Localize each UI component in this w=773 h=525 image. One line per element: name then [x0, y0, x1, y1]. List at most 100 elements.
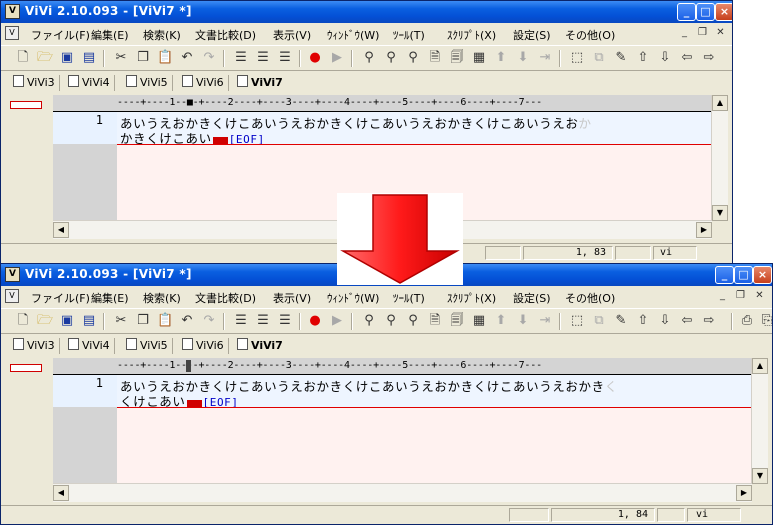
- align-right-icon[interactable]: ☰: [277, 50, 293, 66]
- maximize-button[interactable]: □: [696, 3, 715, 21]
- menu-file[interactable]: ファイル(F): [31, 290, 90, 306]
- menu-view[interactable]: 表示(V): [273, 27, 311, 43]
- scroll-up-button[interactable]: ▲: [752, 358, 768, 374]
- menu-window[interactable]: ｳｨﾝﾄﾞｳ(W): [327, 290, 379, 306]
- tab-vivi3[interactable]: ViVi3: [13, 75, 60, 91]
- hex-icon[interactable]: ▦: [471, 50, 487, 66]
- menu-edit[interactable]: 編集(E): [91, 290, 129, 306]
- find-prev-icon[interactable]: ⚲: [405, 50, 421, 66]
- menu-settings[interactable]: 設定(S): [513, 290, 551, 306]
- undo-icon[interactable]: ↶: [179, 313, 195, 329]
- tab-vivi4[interactable]: ViVi4: [68, 338, 115, 354]
- up-arrow-icon[interactable]: ⬆: [493, 313, 509, 329]
- grep-icon[interactable]: 🗎: [427, 313, 443, 329]
- tab-vivi7[interactable]: ViVi7: [237, 338, 287, 354]
- tab-vivi6[interactable]: ViVi6: [182, 338, 229, 354]
- arrow-down-icon[interactable]: ⇩: [657, 313, 673, 329]
- undo-icon[interactable]: ↶: [179, 50, 195, 66]
- play-macro-icon[interactable]: ▶: [329, 313, 345, 329]
- find-next-icon[interactable]: ⚲: [383, 50, 399, 66]
- grep-icon[interactable]: 🗎: [427, 50, 443, 66]
- copy-icon[interactable]: ❐: [135, 50, 151, 66]
- arrow-up-icon[interactable]: ⇧: [635, 50, 651, 66]
- align-left-icon[interactable]: ☰: [233, 313, 249, 329]
- outline-pane[interactable]: [5, 95, 54, 239]
- maximize-button[interactable]: □: [734, 266, 753, 284]
- menu-edit[interactable]: 編集(E): [91, 27, 129, 43]
- title-bar[interactable]: V ViVi 2.10.093 - [ViVi7 *] _ □ ×: [1, 1, 732, 23]
- open-folder-icon[interactable]: 🗁: [37, 50, 53, 66]
- replace-icon[interactable]: 🗐: [449, 313, 465, 329]
- menu-settings[interactable]: 設定(S): [513, 27, 551, 43]
- mdi-restore-icon[interactable]: ❐: [733, 289, 748, 303]
- align-center-icon[interactable]: ☰: [255, 50, 271, 66]
- preview-icon[interactable]: ⎘: [759, 313, 772, 329]
- menu-other[interactable]: その他(O): [565, 290, 615, 306]
- play-macro-icon[interactable]: ▶: [329, 50, 345, 66]
- replace-icon[interactable]: 🗐: [449, 50, 465, 66]
- new-file-icon[interactable]: 🗋: [15, 50, 31, 66]
- select-icon[interactable]: ⬚: [569, 50, 585, 66]
- app-icon[interactable]: V: [5, 267, 20, 282]
- hex-icon[interactable]: ▦: [471, 313, 487, 329]
- paste-icon[interactable]: 📋: [157, 50, 173, 66]
- arrow-right-icon[interactable]: ⇨: [701, 313, 717, 329]
- jump-icon[interactable]: ⇥: [537, 313, 553, 329]
- save-icon[interactable]: ▣: [59, 313, 75, 329]
- compare-icon[interactable]: ⧉: [591, 313, 607, 329]
- menu-script[interactable]: ｽｸﾘﾌﾟﾄ(X): [447, 27, 496, 43]
- outline-pane[interactable]: [5, 358, 54, 502]
- cut-icon[interactable]: ✂: [113, 50, 129, 66]
- document-icon[interactable]: V: [5, 26, 19, 40]
- mdi-minimize-icon[interactable]: _: [715, 289, 730, 303]
- close-button[interactable]: ×: [753, 266, 772, 284]
- down-arrow-icon[interactable]: ⬇: [515, 50, 531, 66]
- arrow-down-icon[interactable]: ⇩: [657, 50, 673, 66]
- find-next-icon[interactable]: ⚲: [383, 313, 399, 329]
- tab-vivi6[interactable]: ViVi6: [182, 75, 229, 91]
- tab-vivi5[interactable]: ViVi5: [126, 75, 173, 91]
- arrow-right-icon[interactable]: ⇨: [701, 50, 717, 66]
- scroll-up-button[interactable]: ▲: [712, 95, 728, 111]
- scroll-down-button[interactable]: ▼: [712, 205, 728, 221]
- arrow-left-icon[interactable]: ⇦: [679, 313, 695, 329]
- record-macro-icon[interactable]: ●: [307, 313, 323, 329]
- paste-icon[interactable]: 📋: [157, 313, 173, 329]
- edit-icon[interactable]: ✎: [613, 50, 629, 66]
- scroll-down-button[interactable]: ▼: [752, 468, 768, 484]
- save-all-icon[interactable]: ▤: [81, 313, 97, 329]
- mdi-restore-icon[interactable]: ❐: [695, 26, 710, 40]
- mdi-minimize-icon[interactable]: _: [677, 26, 692, 40]
- find-icon[interactable]: ⚲: [361, 50, 377, 66]
- open-folder-icon[interactable]: 🗁: [37, 313, 53, 329]
- edit-icon[interactable]: ✎: [613, 313, 629, 329]
- menu-tools[interactable]: ﾂｰﾙ(T): [393, 27, 425, 43]
- arrow-left-icon[interactable]: ⇦: [679, 50, 695, 66]
- scroll-right-button[interactable]: ▶: [736, 485, 752, 501]
- minimize-button[interactable]: _: [715, 266, 734, 284]
- align-right-icon[interactable]: ☰: [277, 313, 293, 329]
- select-icon[interactable]: ⬚: [569, 313, 585, 329]
- record-macro-icon[interactable]: ●: [307, 50, 323, 66]
- arrow-up-icon[interactable]: ⇧: [635, 313, 651, 329]
- scroll-left-button[interactable]: ◀: [53, 485, 69, 501]
- new-file-icon[interactable]: 🗋: [15, 313, 31, 329]
- redo-icon[interactable]: ↷: [201, 313, 217, 329]
- menu-view[interactable]: 表示(V): [273, 290, 311, 306]
- scroll-left-button[interactable]: ◀: [53, 222, 69, 238]
- vertical-scrollbar[interactable]: ▲ ▼: [751, 358, 768, 484]
- jump-icon[interactable]: ⇥: [537, 50, 553, 66]
- menu-search[interactable]: 検索(K): [143, 27, 181, 43]
- menu-search[interactable]: 検索(K): [143, 290, 181, 306]
- align-left-icon[interactable]: ☰: [233, 50, 249, 66]
- vertical-scrollbar[interactable]: ▲ ▼: [711, 95, 728, 221]
- copy-icon[interactable]: ❐: [135, 313, 151, 329]
- menu-compare[interactable]: 文書比較(D): [195, 290, 256, 306]
- menu-script[interactable]: ｽｸﾘﾌﾟﾄ(X): [447, 290, 496, 306]
- tab-vivi4[interactable]: ViVi4: [68, 75, 115, 91]
- menu-file[interactable]: ファイル(F): [31, 27, 90, 43]
- menu-window[interactable]: ｳｨﾝﾄﾞｳ(W): [327, 27, 379, 43]
- close-button[interactable]: ×: [715, 3, 732, 21]
- tab-vivi5[interactable]: ViVi5: [126, 338, 173, 354]
- menu-other[interactable]: その他(O): [565, 27, 615, 43]
